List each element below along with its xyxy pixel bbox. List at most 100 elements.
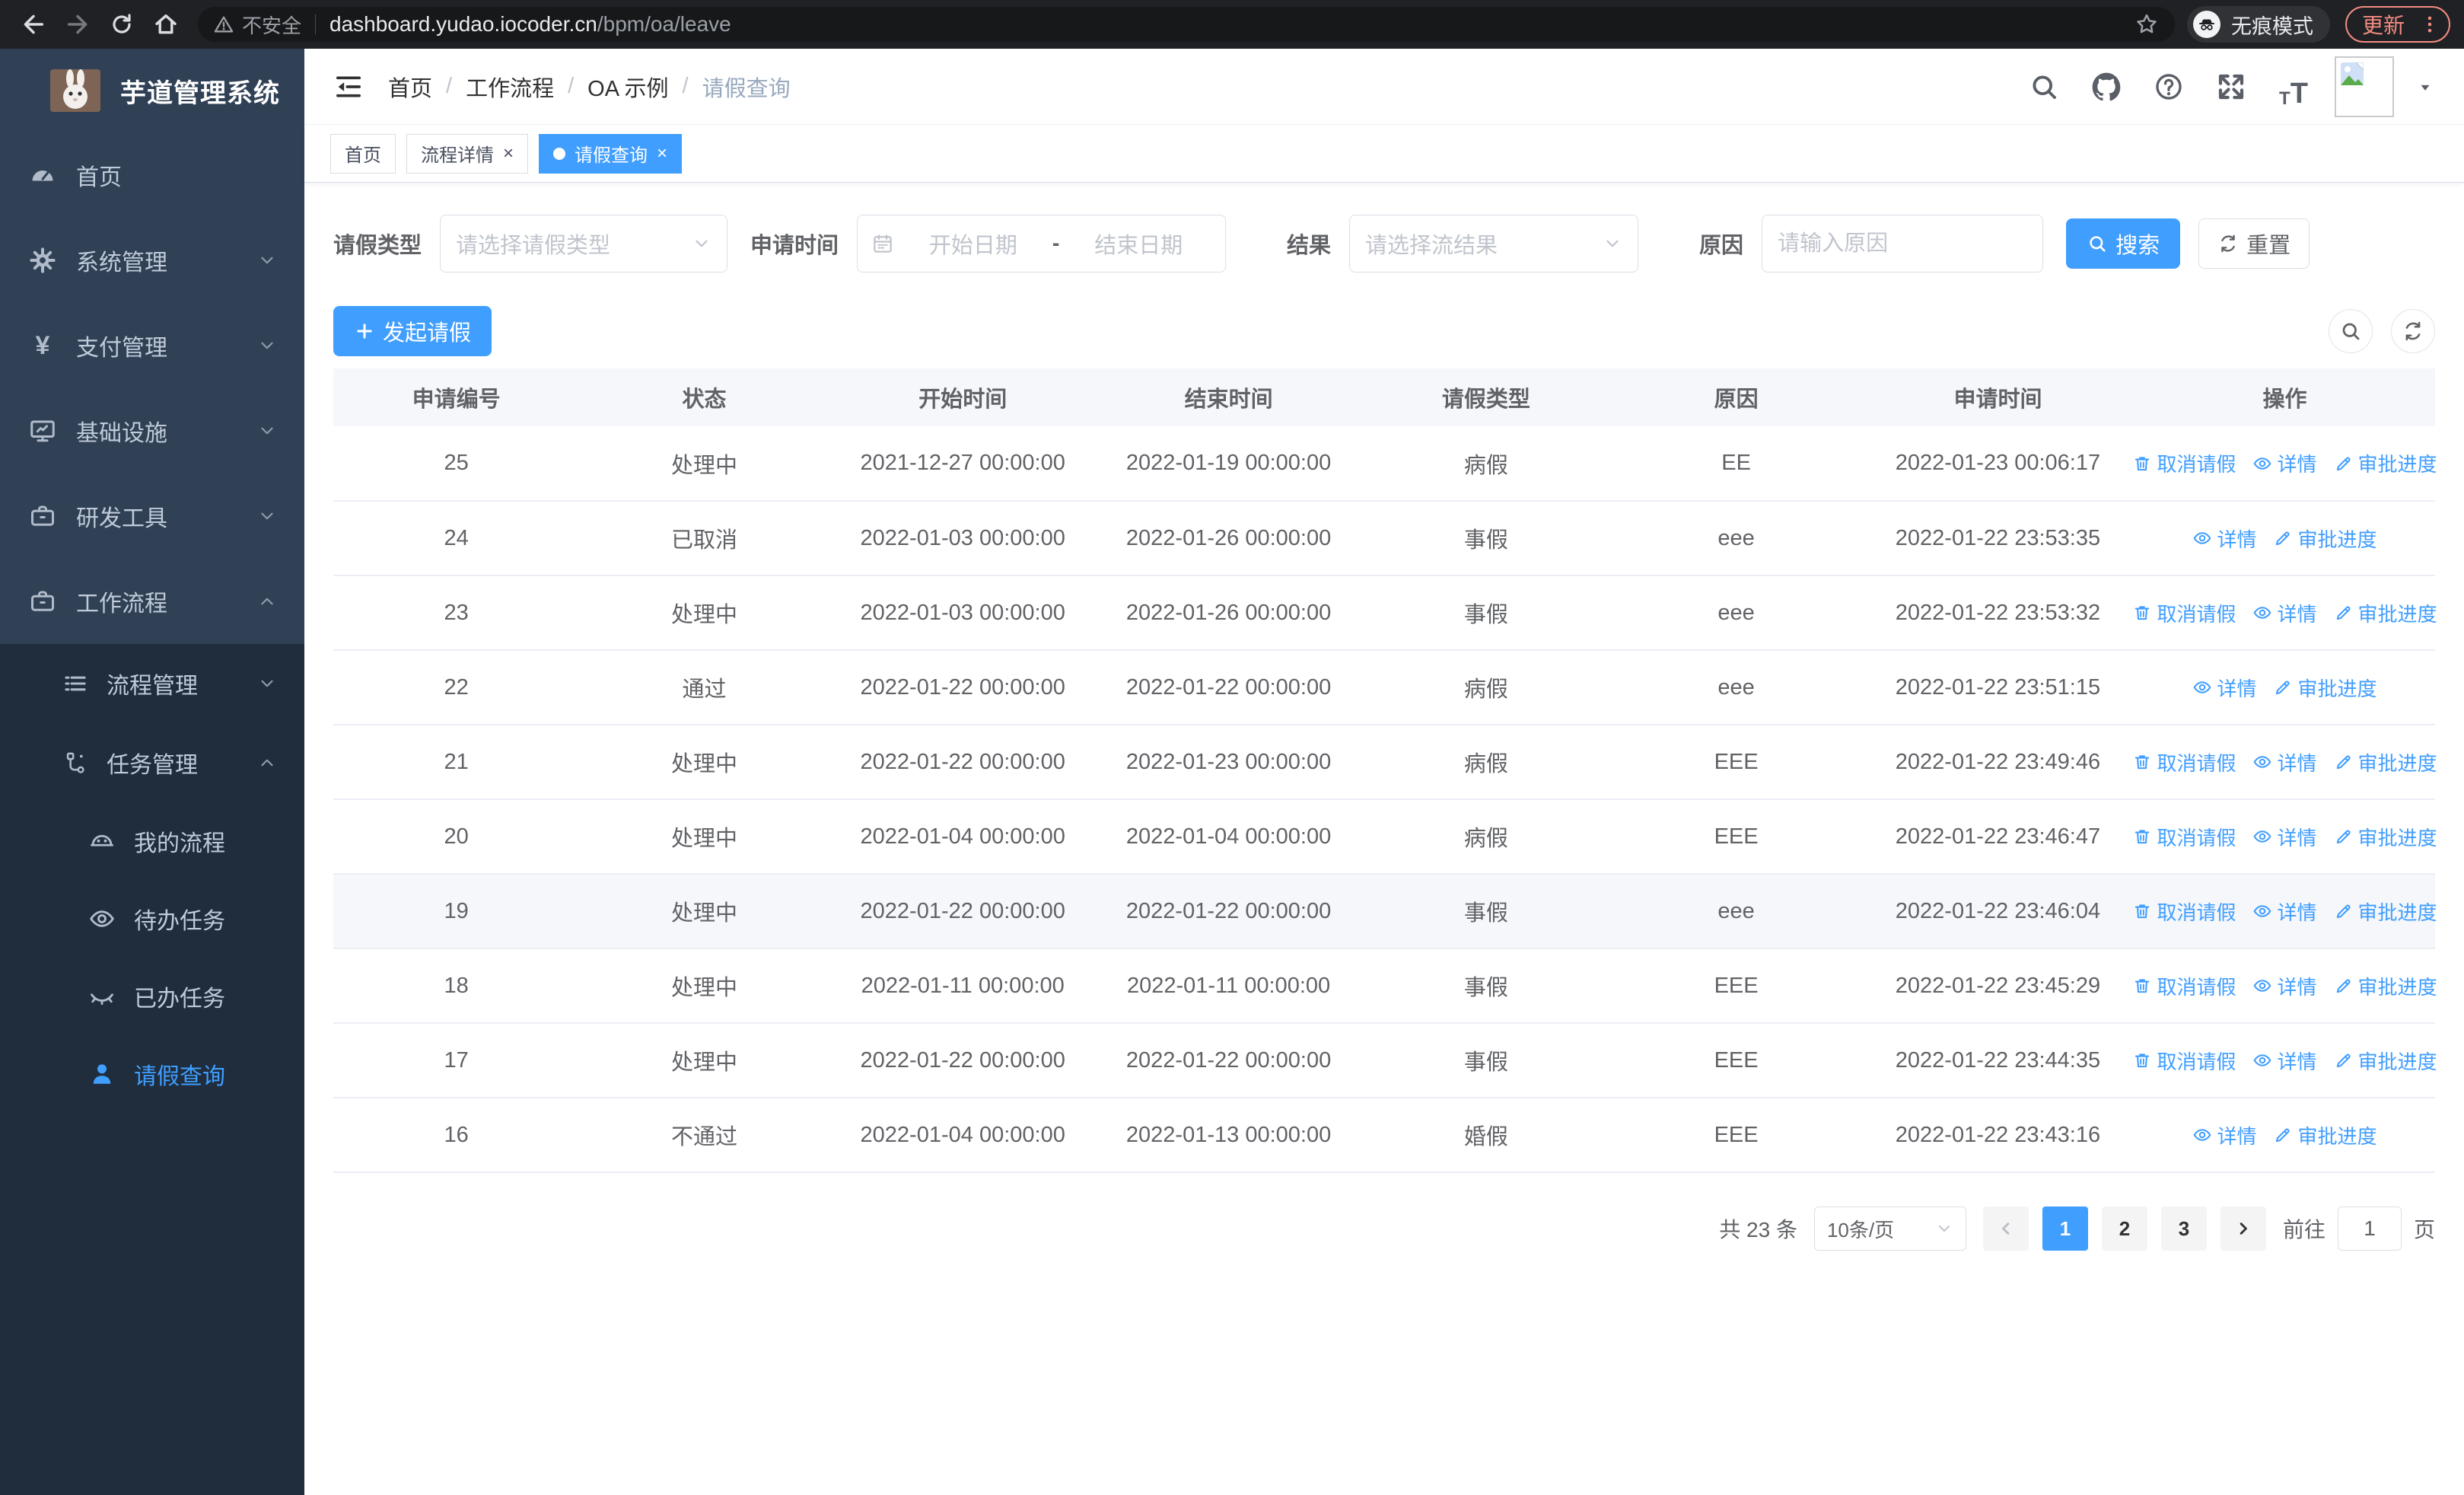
detail-link[interactable]: 详情	[2252, 449, 2317, 477]
page-button-3[interactable]: 3	[2160, 1207, 2207, 1251]
trash-icon	[2132, 1050, 2152, 1070]
breadcrumb-oa-example[interactable]: OA 示例	[587, 71, 668, 103]
cell-status: 处理中	[579, 874, 829, 949]
browser-back-button[interactable]	[14, 5, 53, 44]
next-page-button[interactable]	[2220, 1207, 2266, 1251]
font-size-icon[interactable]: TT	[2272, 65, 2315, 108]
leave-type-label: 请假类型	[333, 234, 422, 258]
breadcrumb-home[interactable]: 首页	[388, 71, 432, 103]
approval-progress-link[interactable]: 审批进度	[2334, 823, 2437, 851]
robot-face-icon	[88, 827, 116, 855]
cell-actions: 取消请假 详情 审批进度	[2132, 725, 2437, 800]
tab-home[interactable]: 首页	[330, 133, 396, 174]
sidebar-item-workflow[interactable]: 工作流程	[0, 559, 304, 644]
breadcrumb-workflow[interactable]: 工作流程	[466, 71, 554, 103]
cell-status: 处理中	[579, 426, 829, 502]
page-button-2[interactable]: 2	[2101, 1207, 2147, 1251]
search-button[interactable]: 搜索	[2066, 218, 2181, 269]
chevron-down-icon	[257, 421, 277, 441]
cancel-leave-link[interactable]: 取消请假	[2132, 748, 2236, 776]
help-question-icon[interactable]	[2147, 65, 2190, 108]
browser-forward-button[interactable]	[58, 5, 97, 44]
table-row: 23 处理中 2022-01-03 00:00:00 2022-01-26 00…	[333, 575, 2437, 651]
app-logo[interactable]: 芋道管理系统	[0, 49, 304, 132]
sidebar-item-payment[interactable]: ¥ 支付管理	[0, 303, 304, 388]
approval-progress-link[interactable]: 审批进度	[2334, 1047, 2437, 1075]
table-row: 18 处理中 2022-01-11 00:00:00 2022-01-11 00…	[333, 948, 2437, 1024]
table-row: 20 处理中 2022-01-04 00:00:00 2022-01-04 00…	[333, 799, 2437, 875]
cancel-leave-link[interactable]: 取消请假	[2132, 1047, 2236, 1075]
cell-type: 事假	[1361, 874, 1612, 949]
cell-actions: 取消请假 详情 审批进度	[2132, 426, 2437, 502]
hamburger-icon[interactable]	[333, 72, 364, 102]
sidebar-item-task-mgmt[interactable]: 任务管理	[0, 723, 304, 802]
cancel-leave-link[interactable]: 取消请假	[2132, 823, 2236, 851]
browser-reload-button[interactable]	[102, 5, 142, 44]
bookmark-star-icon[interactable]	[2134, 11, 2160, 37]
detail-link[interactable]: 详情	[2252, 748, 2317, 776]
create-leave-button[interactable]: 发起请假	[333, 306, 492, 356]
detail-link[interactable]: 详情	[2252, 972, 2317, 1000]
approval-progress-link[interactable]: 审批进度	[2334, 449, 2437, 477]
sidebar-item-leave-query[interactable]: 请假查询	[0, 1035, 304, 1113]
leave-type-select[interactable]: 请选择请假类型	[440, 215, 728, 273]
cancel-leave-link[interactable]: 取消请假	[2132, 599, 2236, 627]
page-button-1[interactable]: 1	[2042, 1207, 2088, 1251]
detail-link[interactable]: 详情	[2192, 1121, 2256, 1149]
result-select[interactable]: 请选择流结果	[1349, 215, 1639, 273]
detail-link[interactable]: 详情	[2252, 1047, 2317, 1075]
reason-input[interactable]	[1762, 215, 2044, 273]
detail-link[interactable]: 详情	[2192, 674, 2256, 702]
end-date-placeholder[interactable]: 结束日期	[1065, 228, 1211, 260]
cancel-leave-link[interactable]: 取消请假	[2132, 897, 2236, 926]
reset-button[interactable]: 重置	[2198, 218, 2310, 269]
cell-start: 2022-01-22 00:00:00	[829, 874, 1097, 949]
sidebar-item-devtools[interactable]: 研发工具	[0, 473, 304, 559]
sidebar-item-system[interactable]: 系统管理	[0, 218, 304, 303]
github-icon[interactable]	[2085, 65, 2128, 108]
approval-progress-link[interactable]: 审批进度	[2334, 599, 2437, 627]
goto-page-input[interactable]	[2337, 1207, 2402, 1251]
cell-reason: eee	[1611, 874, 1861, 949]
avatar-caret-down-icon[interactable]	[2415, 77, 2435, 97]
detail-link[interactable]: 详情	[2192, 524, 2256, 553]
browser-home-button[interactable]	[146, 5, 186, 44]
sidebar-item-done-tasks[interactable]: 已办任务	[0, 958, 304, 1035]
cancel-leave-link[interactable]: 取消请假	[2132, 449, 2236, 477]
approval-progress-link[interactable]: 审批进度	[2334, 748, 2437, 776]
user-avatar[interactable]	[2335, 56, 2394, 117]
detail-link[interactable]: 详情	[2252, 897, 2317, 926]
detail-link[interactable]: 详情	[2252, 823, 2317, 851]
approval-progress-link[interactable]: 审批进度	[2334, 972, 2437, 1000]
approval-progress-link[interactable]: 审批进度	[2273, 674, 2377, 702]
start-date-placeholder[interactable]: 开始日期	[900, 228, 1046, 260]
page-size-select[interactable]: 10条/页	[1813, 1207, 1966, 1251]
refresh-table-button[interactable]	[2391, 309, 2435, 353]
apply-time-range-picker[interactable]: 开始日期 - 结束日期	[857, 215, 1227, 273]
security-warning[interactable]: 不安全	[213, 11, 301, 39]
cell-actions: 详情 审批进度	[2134, 650, 2435, 725]
browser-menu-dots-icon[interactable]	[2418, 13, 2441, 36]
approval-progress-link[interactable]: 审批进度	[2334, 897, 2437, 926]
sidebar-item-infra[interactable]: 基础设施	[0, 388, 304, 473]
sidebar-item-process-mgmt[interactable]: 流程管理	[0, 644, 304, 723]
pen-icon	[2334, 603, 2354, 623]
prev-page-button[interactable]	[1982, 1207, 2029, 1251]
search-icon[interactable]	[2023, 65, 2065, 108]
sidebar-item-todo-tasks[interactable]: 待办任务	[0, 880, 304, 958]
toggle-search-button[interactable]	[2329, 309, 2373, 353]
fullscreen-icon[interactable]	[2210, 65, 2252, 108]
detail-link[interactable]: 详情	[2252, 599, 2317, 627]
address-bar[interactable]: 不安全 dashboard.yudao.iocoder.cn/bpm/oa/le…	[198, 7, 2175, 42]
sidebar-item-home[interactable]: 首页	[0, 132, 304, 218]
sidebar-item-my-process[interactable]: 我的流程	[0, 802, 304, 880]
approval-progress-link[interactable]: 审批进度	[2273, 524, 2377, 553]
close-icon[interactable]: ×	[503, 144, 514, 163]
tab-process-detail[interactable]: 流程详情 ×	[406, 133, 529, 174]
approval-progress-link[interactable]: 审批进度	[2273, 1121, 2377, 1149]
browser-toolbar: 不安全 dashboard.yudao.iocoder.cn/bpm/oa/le…	[0, 0, 2464, 49]
tab-leave-query[interactable]: 请假查询 ×	[539, 133, 683, 174]
browser-update-button[interactable]: 更新	[2345, 6, 2450, 43]
cancel-leave-link[interactable]: 取消请假	[2132, 972, 2236, 1000]
close-icon[interactable]: ×	[657, 144, 667, 163]
